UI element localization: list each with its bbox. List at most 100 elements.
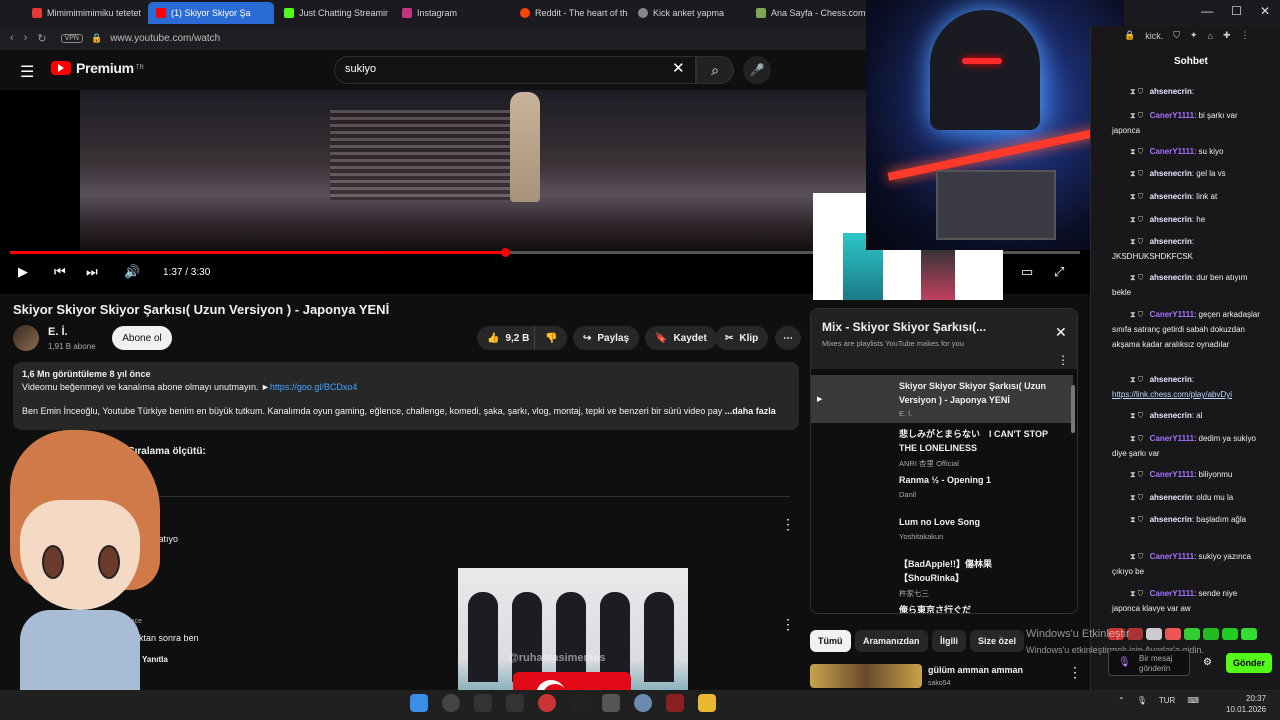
chat-username[interactable]: ahsenecrin bbox=[1150, 192, 1192, 201]
file-explorer-icon[interactable] bbox=[698, 694, 716, 712]
system-clock[interactable]: 20:37 10.01.2026 bbox=[1226, 693, 1266, 715]
chip-for-you[interactable]: Size özel bbox=[970, 630, 1025, 652]
chat-username[interactable]: ahsenecrin bbox=[1150, 493, 1192, 502]
mix-title[interactable]: Mix - Skiyor Skiyor Şarkısı(... bbox=[822, 320, 986, 334]
playlist-item-current[interactable]: ▶ Skiyor Skiyor Skiyor Şarkısı( Uzun Ver… bbox=[811, 375, 1073, 423]
share-button[interactable]: ↪ Paylaş bbox=[573, 326, 640, 350]
microphone-icon[interactable]: 🎙 bbox=[1137, 696, 1147, 705]
description-link[interactable]: https://goo.gl/BCDxo4 bbox=[270, 382, 358, 392]
search-button[interactable]: ⌕ bbox=[696, 56, 734, 84]
subscribe-button[interactable]: Abone ol bbox=[112, 326, 172, 350]
browser-tab[interactable]: Reddit - The heart of th bbox=[512, 2, 630, 24]
close-icon[interactable]: ✕ bbox=[1260, 4, 1270, 18]
more-actions-button[interactable]: ⋯ bbox=[775, 326, 801, 350]
settings-gear-icon[interactable]: ⚙ bbox=[1203, 657, 1212, 668]
volume-icon[interactable]: 🔊 bbox=[124, 264, 140, 280]
puzzle-icon[interactable]: ✚ bbox=[1223, 30, 1231, 41]
chat-username[interactable]: CanerY1111 bbox=[1150, 552, 1194, 561]
emote-icon[interactable] bbox=[1222, 628, 1238, 640]
progress-scrubber[interactable] bbox=[501, 248, 511, 257]
recommended-menu-icon[interactable]: ⋮ bbox=[1068, 664, 1082, 681]
comment-menu-icon[interactable]: ⋮ bbox=[781, 616, 795, 633]
playlist-item[interactable]: 【BadApple!!】傷林果【ShouRinka】 杵家七三 bbox=[811, 557, 1073, 601]
fullscreen-icon[interactable]: ⤢ bbox=[1054, 264, 1064, 280]
chat-username[interactable]: ahsenecrin bbox=[1150, 215, 1192, 224]
opera-icon[interactable] bbox=[538, 694, 556, 712]
chat-username[interactable]: ahsenecrin bbox=[1150, 515, 1192, 524]
search-input[interactable] bbox=[345, 63, 665, 75]
network-icon[interactable]: ⌨ bbox=[1187, 696, 1199, 705]
chip-from-search[interactable]: Aramanızdan bbox=[855, 630, 928, 652]
search-box[interactable] bbox=[334, 56, 696, 84]
close-icon[interactable]: ✕ bbox=[1055, 324, 1067, 341]
voice-search-button[interactable]: 🎤 bbox=[743, 56, 771, 84]
app-icon[interactable] bbox=[666, 694, 684, 712]
browser-tab[interactable]: Just Chatting Streaming bbox=[276, 2, 388, 24]
next-icon[interactable]: ⏭ bbox=[86, 264, 98, 280]
lock-icon[interactable]: 🔒 bbox=[1124, 30, 1135, 41]
chevron-up-icon[interactable]: ⌃ bbox=[1118, 696, 1125, 705]
recommended-thumbnail[interactable] bbox=[810, 664, 922, 688]
chat-username[interactable]: CanerY1111 bbox=[1150, 434, 1194, 443]
chat-link[interactable]: https://link.chess.com/play/abvDyi bbox=[1112, 390, 1232, 399]
chat-username[interactable]: ahsenecrin bbox=[1150, 169, 1192, 178]
menu-icon[interactable]: ☰ bbox=[20, 62, 34, 82]
channel-avatar[interactable] bbox=[13, 325, 39, 351]
browser-tab-active[interactable]: (1) Skiyor Skiyor Şa bbox=[148, 2, 274, 24]
clip-button[interactable]: ✂ Klip bbox=[715, 326, 769, 350]
show-more-link[interactable]: ...daha fazla bbox=[725, 406, 776, 416]
chat-username[interactable]: CanerY1111 bbox=[1150, 589, 1194, 598]
channel-name[interactable]: E. İ. bbox=[48, 326, 68, 338]
forward-icon[interactable]: › bbox=[24, 32, 28, 45]
extension-icon[interactable]: ✦ bbox=[1190, 30, 1198, 41]
browser-tab[interactable]: Ana Sayfa - Chess.com bbox=[748, 2, 866, 24]
reload-icon[interactable]: ↻ bbox=[37, 32, 46, 45]
windows-start-icon[interactable] bbox=[410, 694, 428, 712]
back-icon[interactable]: ‹ bbox=[10, 32, 14, 45]
playlist-item[interactable]: Lum no Love Song Yoshitakakun bbox=[811, 515, 1073, 551]
description-box[interactable]: 1,6 Mn görüntüleme 8 yıl önce Videomu be… bbox=[13, 362, 799, 430]
chat-username[interactable]: CanerY1111 bbox=[1150, 147, 1194, 156]
comment-menu-icon[interactable]: ⋮ bbox=[781, 516, 795, 533]
chat-username[interactable]: ahsenecrin bbox=[1150, 273, 1192, 282]
play-icon[interactable]: ▶ bbox=[18, 264, 28, 280]
microphone-icon[interactable]: 🎙 bbox=[1118, 657, 1131, 668]
url-text[interactable]: www.youtube.com/watch bbox=[110, 33, 220, 44]
home-icon[interactable]: ⌂ bbox=[1208, 31, 1213, 41]
chat-username[interactable]: CanerY1111 bbox=[1150, 470, 1194, 479]
kick-url[interactable]: kick. bbox=[1145, 31, 1163, 41]
previous-icon[interactable]: ⏮ bbox=[54, 264, 66, 280]
shield-icon[interactable]: ⛉ bbox=[1173, 30, 1180, 41]
playlist-item[interactable]: 俺ら東京さ行ぐだ bbox=[811, 603, 1073, 613]
app-icon[interactable] bbox=[474, 694, 492, 712]
theater-mode-icon[interactable]: ▭ bbox=[1021, 264, 1033, 280]
browser-tab[interactable]: Kick anket yapma bbox=[630, 2, 740, 24]
vpn-badge[interactable]: VPN bbox=[60, 33, 83, 43]
chat-username[interactable]: CanerY1111 bbox=[1150, 111, 1194, 120]
language-indicator[interactable]: TUR bbox=[1159, 696, 1175, 705]
search-icon[interactable] bbox=[442, 694, 460, 712]
chip-all[interactable]: Tümü bbox=[810, 630, 851, 652]
chat-username[interactable]: ahsenecrin bbox=[1150, 375, 1192, 384]
lock-icon[interactable]: 🔒 bbox=[91, 33, 102, 44]
playlist-scrollbar[interactable] bbox=[1071, 385, 1075, 433]
chat-username[interactable]: ahsenecrin bbox=[1150, 411, 1192, 420]
dislike-button[interactable]: 👎 bbox=[534, 326, 568, 350]
recommended-title[interactable]: gülüm amman amman bbox=[928, 665, 1023, 675]
mix-menu-icon[interactable]: ⋮ bbox=[1057, 353, 1069, 367]
chat-username[interactable]: ahsenecrin bbox=[1150, 237, 1192, 246]
youtube-premium-logo[interactable]: Premium TR bbox=[51, 60, 144, 76]
clear-search-icon[interactable]: ✕ bbox=[672, 59, 685, 77]
settings-gear-icon[interactable] bbox=[634, 694, 652, 712]
app-icon[interactable] bbox=[506, 694, 524, 712]
chat-username[interactable]: CanerY1111 bbox=[1150, 310, 1194, 319]
app-icon[interactable] bbox=[602, 694, 620, 712]
emote-icon[interactable] bbox=[1203, 628, 1219, 640]
minimize-icon[interactable]: — bbox=[1201, 4, 1213, 18]
browser-tab[interactable]: Instagram bbox=[394, 2, 504, 24]
maximize-icon[interactable]: ☐ bbox=[1231, 4, 1242, 18]
emote-icon[interactable] bbox=[1241, 628, 1257, 640]
chat-username[interactable]: ahsenecrin bbox=[1150, 87, 1192, 96]
more-icon[interactable]: ⋮ bbox=[1241, 30, 1250, 41]
send-button[interactable]: Gönder bbox=[1226, 653, 1272, 673]
